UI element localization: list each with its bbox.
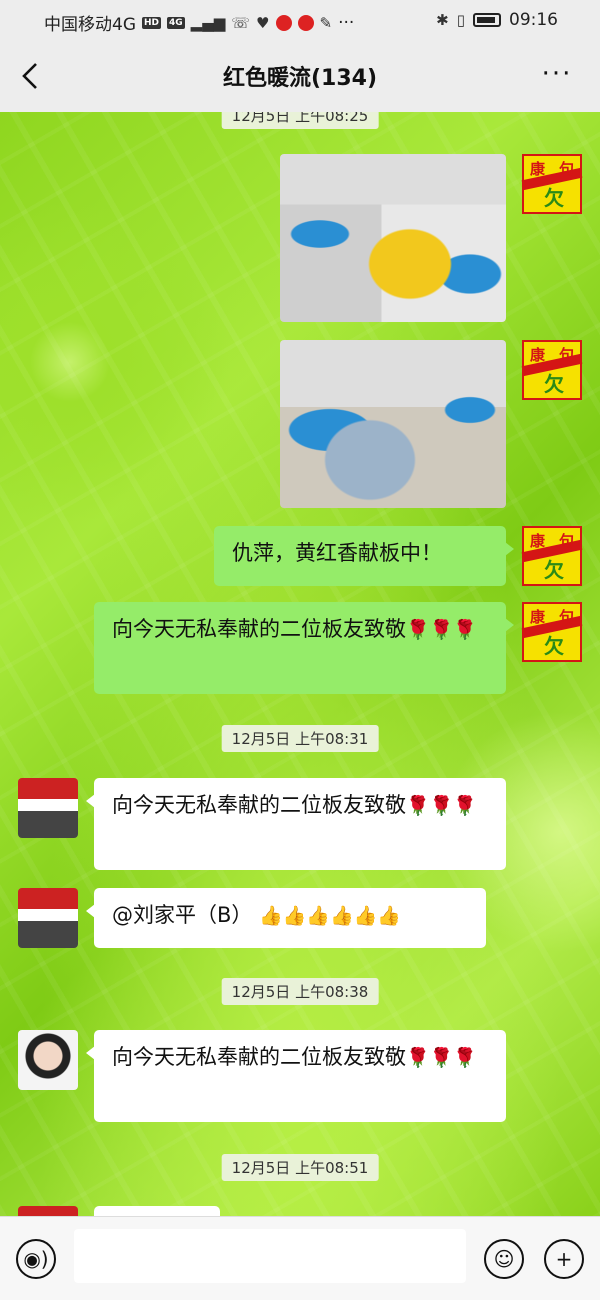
avatar[interactable]	[18, 778, 78, 838]
timestamp: 12月5日 上午08:25	[221, 112, 379, 129]
avatar[interactable]: 康 句 欠	[521, 154, 583, 214]
message-bubble-received[interactable]: 向今天无私奉献的二位板友致敬🌹🌹🌹	[86, 778, 506, 870]
bluetooth-icon: ✱	[436, 11, 449, 29]
missed-call-icon: ☏	[231, 13, 251, 32]
app-notification-icon	[275, 14, 292, 31]
voice-button[interactable]: ◉)	[16, 1239, 56, 1279]
battery-icon	[473, 13, 501, 27]
mention-text: @刘家平（B）	[112, 903, 253, 927]
chat-title: 红色暖流(134)	[222, 66, 378, 91]
input-bar: ◉) ☺ +	[0, 1216, 600, 1300]
message-input[interactable]	[74, 1229, 466, 1283]
voice-icon: ◉)	[23, 1247, 49, 1271]
chat-area[interactable]: 12月5日 上午08:25 康 句 欠 康 句 欠 仇萍，黄红香献板中！ 康 句…	[0, 112, 600, 1216]
photo-message[interactable]	[280, 154, 506, 322]
app-notification-icon-2	[297, 14, 314, 31]
chat-header: 红色暖流(134) ···	[0, 40, 600, 112]
timestamp: 12月5日 上午08:51	[221, 1154, 379, 1181]
avatar[interactable]: 康 句 欠	[521, 602, 583, 662]
message-bubble-sent[interactable]: 仇萍，黄红香献板中！	[214, 526, 514, 586]
message-text: 向今天无私奉献的二位板友致敬	[112, 793, 406, 817]
message-text: 仇萍，黄红香献板中！	[232, 541, 442, 565]
avatar[interactable]: 康 句 欠	[521, 340, 583, 400]
rose-emoji: 🌹🌹🌹	[406, 619, 477, 641]
heart-icon: ♥	[256, 13, 270, 32]
thumbs-up-emoji: 👍👍👍👍👍👍	[259, 905, 402, 927]
timestamp: 12月5日 上午08:38	[221, 978, 379, 1005]
signal-icon: ▂▄▆	[190, 13, 226, 32]
photo-message[interactable]	[280, 340, 506, 508]
plus-button[interactable]: +	[544, 1239, 584, 1279]
plus-icon: +	[555, 1247, 573, 1271]
timestamp: 12月5日 上午08:31	[221, 725, 379, 752]
avatar[interactable]: 康 句 欠	[521, 526, 583, 586]
message-text: 向今天无私奉献的二位板友致敬	[112, 617, 406, 641]
message-text: 向今天无私奉献的二位板友致敬	[112, 1045, 406, 1069]
emoji-icon: ☺	[493, 1247, 515, 1271]
more-button[interactable]: ···	[540, 59, 574, 92]
more-icon: ···	[541, 59, 573, 89]
status-time: 09:16	[509, 10, 558, 30]
message-bubble-received[interactable]	[94, 1206, 220, 1216]
more-notifications: ···	[338, 12, 355, 33]
avatar[interactable]	[18, 888, 78, 948]
message-bubble-received[interactable]: @刘家平（B） 👍👍👍👍👍👍	[86, 888, 486, 948]
avatar[interactable]	[18, 1206, 78, 1216]
rose-emoji: 🌹🌹🌹	[406, 1047, 477, 1069]
carrier-label: 中国移动4G	[44, 15, 136, 35]
hd-badge: HD	[142, 16, 162, 29]
rose-emoji: 🌹🌹🌹	[406, 795, 477, 817]
status-bar: 中国移动4G HD 4G ▂▄▆ ☏ ♥ ✎ ··· ✱ ▯ 09:16	[0, 0, 600, 40]
vibrate-icon: ▯	[456, 11, 465, 29]
app-notification-icon-3: ✎	[319, 13, 333, 32]
network-badge: 4G	[167, 16, 185, 29]
message-bubble-received[interactable]: 向今天无私奉献的二位板友致敬🌹🌹🌹	[86, 1030, 506, 1122]
avatar[interactable]	[18, 1030, 78, 1090]
message-bubble-sent[interactable]: 向今天无私奉献的二位板友致敬🌹🌹🌹	[94, 602, 514, 694]
emoji-button[interactable]: ☺	[484, 1239, 524, 1279]
